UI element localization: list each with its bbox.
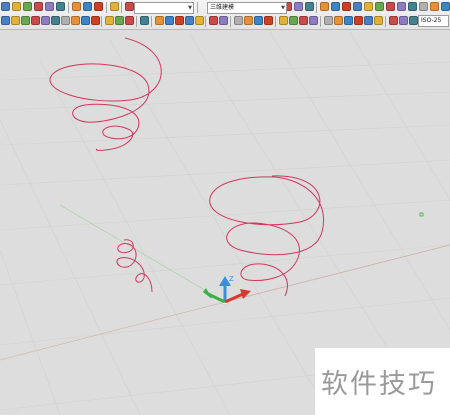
standard-tool-icon[interactable] (364, 2, 373, 11)
toolbar-separator (320, 16, 321, 27)
toolbar-separator (151, 16, 152, 27)
modeling-tool-icon[interactable] (279, 16, 288, 25)
modeling-tool-icon[interactable] (21, 16, 30, 25)
modeling-tool-icon[interactable] (309, 16, 318, 25)
standard-tool-icon[interactable] (72, 2, 81, 11)
standard-tool-icon[interactable] (1, 2, 10, 11)
modeling-tool-icon[interactable] (209, 16, 218, 25)
toolbar-separator (136, 16, 137, 27)
standard-tool-icon[interactable] (294, 2, 303, 11)
modeling-tool-icon[interactable] (195, 16, 204, 25)
standard-tool-icon[interactable] (94, 2, 103, 11)
toolbars: ▼ 三维建模 ▼ ISO-25 (0, 0, 450, 30)
watermark: 软件技巧 (315, 348, 450, 415)
standard-tool-icon[interactable] (342, 2, 351, 11)
standard-tool-icon[interactable] (34, 2, 43, 11)
toolbar-separator (68, 2, 69, 13)
toolbar-separator (275, 16, 276, 27)
toolbar-separator (316, 2, 317, 13)
modeling-tool-icon[interactable] (115, 16, 124, 25)
modeling-tool-icon[interactable] (11, 16, 20, 25)
standard-tool-icon[interactable] (331, 2, 340, 11)
modeling-tool-icon[interactable] (374, 16, 383, 25)
toolbar-separator (385, 16, 386, 27)
modeling-tool-icon[interactable] (81, 16, 90, 25)
modeling-tool-icon[interactable] (105, 16, 114, 25)
modeling-tool-icon[interactable] (254, 16, 263, 25)
modeling-tool-icon[interactable] (185, 16, 194, 25)
standard-tool-icon[interactable] (23, 2, 32, 11)
standard-tool-icon[interactable] (305, 2, 314, 11)
standard-tool-icon[interactable] (45, 2, 54, 11)
modeling-tool-icon[interactable] (140, 16, 149, 25)
modeling-tool-icon[interactable] (264, 16, 273, 25)
modeling-tool-icon[interactable] (51, 16, 60, 25)
modeling-tool-icon[interactable] (244, 16, 253, 25)
modeling-tool-icon[interactable] (354, 16, 363, 25)
standard-tool-icon[interactable] (408, 2, 417, 11)
modeling-tool-icon[interactable] (399, 16, 408, 25)
modeling-tool-icon[interactable] (389, 16, 398, 25)
modeling-tool-icon[interactable] (175, 16, 184, 25)
layer-combo[interactable]: ▼ (134, 2, 194, 14)
workspace-combo[interactable]: 三维建模 ▼ (207, 2, 287, 14)
chevron-down-icon: ▼ (188, 5, 192, 11)
dimension-style-combo[interactable]: ISO-25 (418, 15, 449, 27)
workspace-value: 三维建模 (210, 4, 235, 11)
standard-tool-icon[interactable] (12, 2, 21, 11)
toolbar-separator (106, 2, 107, 13)
standard-tool-icon[interactable] (125, 2, 134, 11)
modeling-tool-icon[interactable] (299, 16, 308, 25)
modeling-tool-icon[interactable] (364, 16, 373, 25)
toolbar-separator (230, 16, 231, 27)
modeling-tool-icon[interactable] (125, 16, 134, 25)
watermark-text: 软件技巧 (321, 369, 437, 400)
standard-tool-icon[interactable] (386, 2, 395, 11)
standard-tool-icon[interactable] (320, 2, 329, 11)
modeling-tool-icon[interactable] (31, 16, 40, 25)
toolbar-row-standard: ▼ 三维建模 ▼ (0, 1, 450, 14)
standard-tool-icon[interactable] (430, 2, 439, 11)
ucs-z-label: Z (229, 275, 234, 283)
standard-tool-icon[interactable] (110, 2, 119, 11)
modeling-tool-icon[interactable] (219, 16, 228, 25)
toolbar-row-modeling: ISO-25 (0, 15, 450, 28)
modeling-tool-icon[interactable] (409, 16, 418, 25)
standard-tool-icon[interactable] (375, 2, 384, 11)
standard-tool-icon[interactable] (419, 2, 428, 11)
toolbar-separator (205, 16, 206, 27)
chevron-down-icon: ▼ (281, 5, 285, 11)
modeling-tool-icon[interactable] (324, 16, 333, 25)
modeling-tool-icon[interactable] (71, 16, 80, 25)
modeling-tool-icon[interactable] (344, 16, 353, 25)
toolbar-separator (197, 2, 198, 13)
modeling-tool-icon[interactable] (1, 16, 10, 25)
toolbar-separator (101, 16, 102, 27)
standard-tool-icon[interactable] (83, 2, 92, 11)
standard-tool-icon[interactable] (397, 2, 406, 11)
modeling-tool-icon[interactable] (91, 16, 100, 25)
standard-tool-icon[interactable] (56, 2, 65, 11)
standard-tool-icon[interactable] (353, 2, 362, 11)
standard-tool-icon[interactable] (441, 2, 450, 11)
modeling-tool-icon[interactable] (41, 16, 50, 25)
modeling-tool-icon[interactable] (155, 16, 164, 25)
modeling-tool-icon[interactable] (234, 16, 243, 25)
modeling-tool-icon[interactable] (165, 16, 174, 25)
modeling-tool-icon[interactable] (61, 16, 70, 25)
dimension-style-value: ISO-25 (421, 17, 442, 24)
toolbar-separator (121, 2, 122, 13)
modeling-tool-icon[interactable] (289, 16, 298, 25)
modeling-tool-icon[interactable] (334, 16, 343, 25)
